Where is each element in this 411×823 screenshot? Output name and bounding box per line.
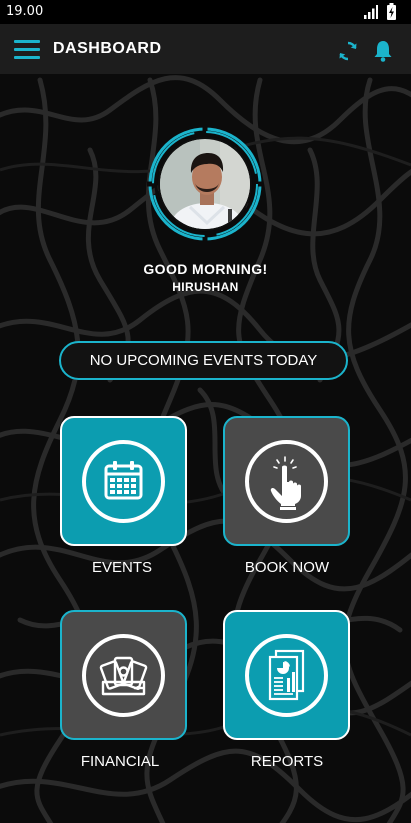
book-now-icon-circle bbox=[245, 440, 328, 523]
financial-label[interactable]: FINANCIAL bbox=[40, 753, 200, 770]
wallet-icon bbox=[99, 656, 148, 696]
book-now-tile[interactable] bbox=[223, 416, 350, 546]
sync-icon[interactable] bbox=[336, 39, 360, 63]
signal-icon bbox=[364, 5, 378, 19]
book-now-label[interactable]: BOOK NOW bbox=[207, 559, 367, 576]
bell-icon[interactable] bbox=[372, 39, 394, 63]
menu-icon[interactable] bbox=[14, 40, 40, 60]
reports-tile[interactable] bbox=[223, 610, 350, 740]
greeting-text: GOOD MORNING! bbox=[143, 261, 268, 277]
dashboard-content: GOOD MORNING! HIRUSHAN NO UPCOMING EVENT… bbox=[0, 0, 411, 823]
reports-icon-circle bbox=[245, 634, 328, 717]
page-title: DASHBOARD bbox=[53, 40, 162, 57]
events-label[interactable]: EVENTS bbox=[42, 559, 202, 576]
avatar[interactable] bbox=[158, 137, 252, 231]
profile-photo bbox=[160, 139, 250, 229]
app-bar: DASHBOARD bbox=[0, 24, 411, 74]
reports-label[interactable]: REPORTS bbox=[207, 753, 367, 770]
calendar-icon bbox=[104, 461, 143, 500]
battery-charging-icon bbox=[387, 3, 396, 20]
report-icon bbox=[268, 649, 305, 701]
financial-tile[interactable] bbox=[60, 610, 187, 740]
status-bar: 19.00 bbox=[0, 0, 411, 24]
financial-icon-circle bbox=[82, 634, 165, 717]
upcoming-events-banner[interactable]: NO UPCOMING EVENTS TODAY bbox=[59, 341, 348, 380]
events-icon-circle bbox=[82, 440, 165, 523]
events-tile[interactable] bbox=[60, 416, 187, 546]
touch-icon bbox=[270, 456, 301, 510]
status-time: 19.00 bbox=[6, 4, 44, 19]
user-name: HIRUSHAN bbox=[172, 280, 239, 294]
